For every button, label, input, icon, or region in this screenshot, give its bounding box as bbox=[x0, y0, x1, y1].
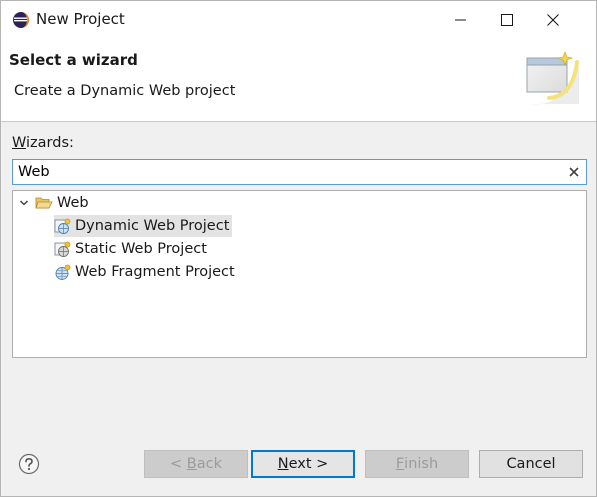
next-button[interactable]: Next > bbox=[251, 450, 355, 478]
tree-item-label: Static Web Project bbox=[75, 241, 207, 257]
back-button[interactable]: < Back bbox=[144, 450, 248, 478]
new-project-dialog: New Project Select a wizard Create a Dyn… bbox=[0, 0, 597, 497]
eclipse-icon bbox=[13, 12, 29, 28]
chevron-down-icon[interactable] bbox=[17, 196, 31, 210]
page-title: Select a wizard bbox=[9, 51, 138, 69]
tree-item-label: Web Fragment Project bbox=[75, 264, 235, 280]
window-title: New Project bbox=[36, 10, 125, 28]
minimize-icon bbox=[455, 19, 466, 20]
wizard-filter-input[interactable] bbox=[16, 161, 556, 183]
tree-category-label: Web bbox=[57, 195, 89, 211]
new-wizard-banner-icon bbox=[526, 51, 579, 105]
clear-icon bbox=[569, 167, 579, 177]
back-button-prefix: < bbox=[170, 456, 187, 472]
finish-button-text: inish bbox=[404, 456, 439, 472]
wizards-label: Wizards: bbox=[12, 135, 74, 151]
tree-item-dynamic-web-project[interactable]: Dynamic Web Project bbox=[54, 215, 233, 237]
clear-filter-button[interactable] bbox=[566, 164, 582, 180]
web-fragment-project-icon bbox=[55, 264, 71, 280]
cancel-button[interactable]: Cancel bbox=[479, 450, 583, 478]
page-description: Create a Dynamic Web project bbox=[14, 83, 236, 99]
dynamic-web-project-icon bbox=[54, 218, 71, 234]
tree-item-static-web-project[interactable]: Static Web Project bbox=[54, 238, 207, 260]
next-button-mnemonic: N bbox=[277, 456, 289, 472]
close-icon bbox=[547, 13, 559, 26]
back-button-text: ack bbox=[196, 456, 222, 472]
back-button-mnemonic: B bbox=[186, 456, 197, 472]
tree-category-web[interactable]: Web bbox=[17, 192, 89, 214]
wizard-tree[interactable]: Web Dynamic Web Project Static Web Proje… bbox=[12, 190, 587, 358]
help-icon[interactable] bbox=[18, 453, 40, 475]
maximize-button[interactable] bbox=[484, 1, 530, 38]
close-button[interactable] bbox=[530, 1, 576, 38]
tree-item-web-fragment-project[interactable]: Web Fragment Project bbox=[54, 261, 235, 283]
static-web-project-icon bbox=[54, 241, 71, 257]
open-folder-icon bbox=[35, 197, 53, 209]
title-bar[interactable]: New Project bbox=[1, 1, 596, 38]
finish-button-mnemonic: F bbox=[395, 456, 405, 472]
next-button-text: ext > bbox=[288, 456, 329, 472]
wizard-filter[interactable] bbox=[12, 159, 587, 185]
tree-item-label: Dynamic Web Project bbox=[75, 218, 230, 234]
minimize-button[interactable] bbox=[438, 1, 484, 38]
maximize-icon bbox=[501, 13, 513, 26]
wizards-label-mnemonic: W bbox=[12, 135, 27, 151]
wizard-banner: Select a wizard Create a Dynamic Web pro… bbox=[1, 38, 596, 122]
wizards-label-text: izards: bbox=[26, 135, 74, 151]
finish-button[interactable]: Finish bbox=[365, 450, 469, 478]
